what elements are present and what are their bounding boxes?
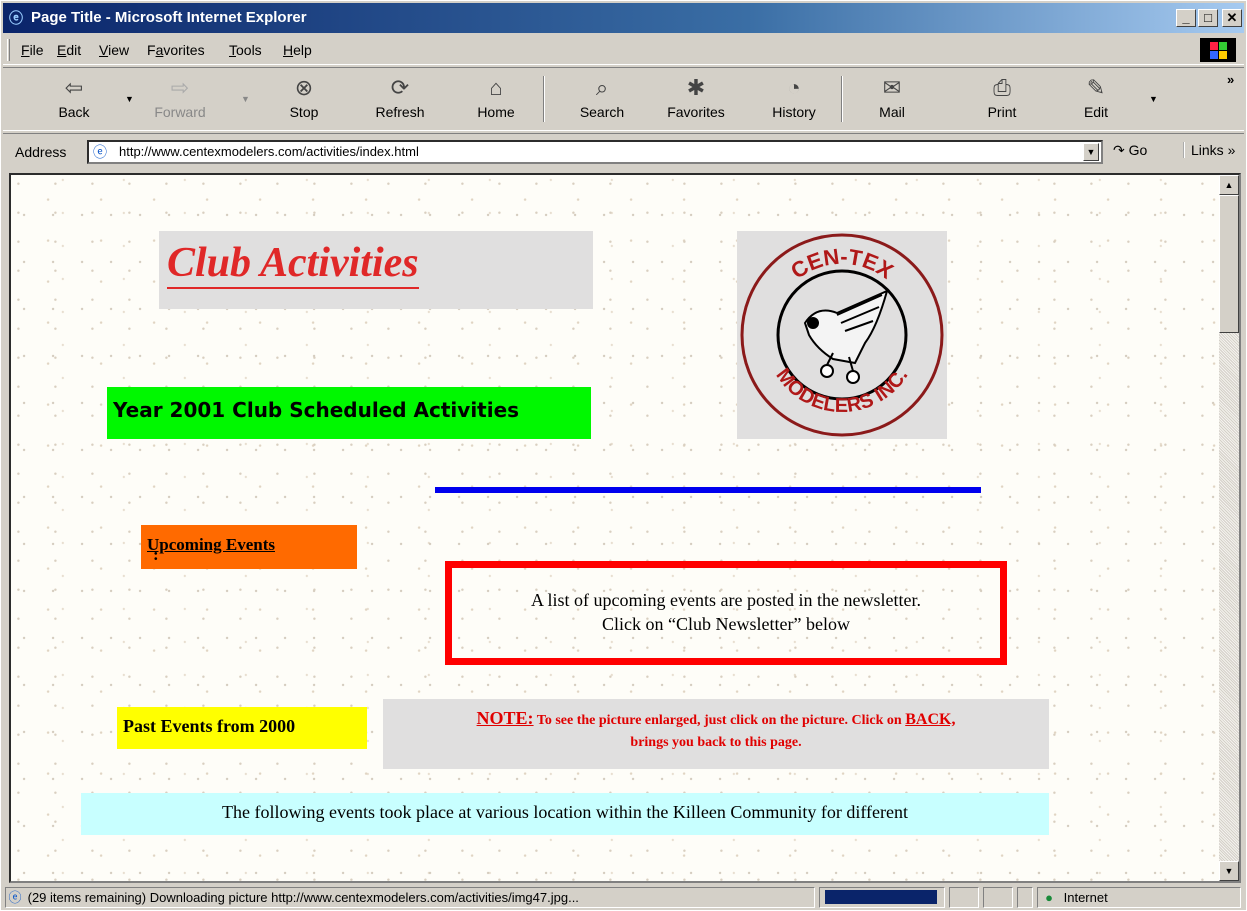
menu-help[interactable]: Help <box>283 42 312 58</box>
go-button[interactable]: ↷ Go <box>1113 142 1147 159</box>
menu-file[interactable]: File <box>21 42 44 58</box>
scroll-down-icon[interactable]: ▼ <box>1219 861 1239 881</box>
year-heading-box: Year 2001 Club Scheduled Activities <box>107 387 591 439</box>
page-content: Club Activities CEN-TEX MODELERS INC. Ye… <box>11 175 1221 881</box>
history-button[interactable]: ◔ History <box>757 72 831 128</box>
status-message: (29 items remaining) Downloading picture… <box>27 890 579 905</box>
page-title-box: Club Activities <box>159 231 593 309</box>
back-link[interactable]: BACK, <box>905 711 955 728</box>
favorites-button[interactable]: ✱ Favorites <box>659 72 733 128</box>
stop-button[interactable]: ⊗ Stop <box>267 72 341 128</box>
windows-logo-icon <box>1200 38 1236 62</box>
edit-dropdown-icon[interactable]: ▼ <box>1149 94 1158 104</box>
search-button[interactable]: ⌕ Search <box>565 72 639 128</box>
logo-top-text: CEN-TEX <box>786 244 898 284</box>
scroll-thumb[interactable] <box>1219 195 1239 333</box>
download-progress-bar <box>825 890 937 904</box>
forward-dropdown-icon[interactable]: ▼ <box>241 94 250 104</box>
note-box: NOTE: To see the picture enlarged, just … <box>383 699 1049 769</box>
standard-toolbar: ⇦ Back ▼ ⇨ Forward ▼ ⊗ Stop ⟳ Refresh ⌂ … <box>3 67 1244 131</box>
notice-line-2: Click on “Club Newsletter” below <box>602 614 850 634</box>
following-events-text: The following events took place at vario… <box>221 802 908 822</box>
forward-arrow-icon: ⇨ <box>170 75 190 100</box>
status-pane-empty-1 <box>949 887 979 908</box>
address-dropdown-icon[interactable]: ▼ <box>1083 143 1099 161</box>
menu-view[interactable]: View <box>99 42 129 58</box>
edit-page-icon: ✎ <box>1086 75 1106 100</box>
refresh-icon: ⟳ <box>390 75 410 100</box>
scroll-up-icon[interactable]: ▲ <box>1219 175 1239 195</box>
mail-icon: ✉ <box>882 75 902 100</box>
status-pane-empty-3 <box>1017 887 1033 908</box>
menu-edit[interactable]: Edit <box>57 42 81 58</box>
edit-button[interactable]: ✎ Edit <box>1059 72 1133 128</box>
menu-favorites[interactable]: Favorites <box>147 42 205 58</box>
past-events-box: Past Events from 2000 <box>117 707 367 749</box>
toolbar-overflow-icon[interactable]: » <box>1227 72 1234 87</box>
minimize-button[interactable]: _ <box>1176 9 1196 27</box>
note-text-2: brings you back to this page. <box>630 735 802 750</box>
page-heading: Club Activities <box>167 239 419 289</box>
menu-tools[interactable]: Tools <box>229 42 262 58</box>
newsletter-notice-box: A list of upcoming events are posted in … <box>445 561 1007 665</box>
stop-icon: ⊗ <box>294 75 314 100</box>
home-icon: ⌂ <box>489 75 503 100</box>
notice-line-1: A list of upcoming events are posted in … <box>531 590 921 610</box>
forward-button[interactable]: ⇨ Forward <box>143 72 217 128</box>
address-bar: Address ⓔ http://www.centexmodelers.com/… <box>3 133 1244 169</box>
close-button[interactable]: ✕ <box>1222 9 1242 27</box>
links-button[interactable]: Links » <box>1183 142 1235 158</box>
back-dropdown-icon[interactable]: ▼ <box>125 94 134 104</box>
search-icon: ⌕ <box>595 75 609 100</box>
svg-text:CEN-TEX: CEN-TEX <box>786 244 898 284</box>
logo-bottom-text: MODELERS INC. <box>771 364 912 417</box>
title-bar: ⓔ Page Title - Microsoft Internet Explor… <box>3 3 1244 33</box>
address-label: Address <box>15 144 67 160</box>
note-label: NOTE: <box>476 708 534 728</box>
status-message-pane: ⓔ (29 items remaining) Downloading pictu… <box>5 887 815 908</box>
maximize-button[interactable]: □ <box>1198 9 1218 27</box>
menu-grip[interactable] <box>7 39 10 61</box>
airplane-mascot-icon <box>803 289 889 384</box>
back-arrow-icon: ⇦ <box>64 75 84 100</box>
home-button[interactable]: ⌂ Home <box>459 72 533 128</box>
go-arrow-icon: ↷ <box>1113 142 1125 158</box>
address-url[interactable]: http://www.centexmodelers.com/activities… <box>119 142 419 162</box>
svg-text:MODELERS INC.: MODELERS INC. <box>771 364 912 417</box>
printer-icon: ⎙ <box>993 75 1011 100</box>
address-input[interactable]: ⓔ http://www.centexmodelers.com/activiti… <box>87 140 1103 164</box>
status-pane-empty-2 <box>983 887 1013 908</box>
note-text: To see the picture enlarged, just click … <box>533 713 906 728</box>
status-bar: ⓔ (29 items remaining) Downloading pictu… <box>3 885 1244 909</box>
favorites-folder-icon: ✱ <box>686 75 706 100</box>
ie-icon: ⓔ <box>9 10 23 26</box>
year-heading: Year 2001 Club Scheduled Activities <box>113 398 520 422</box>
mail-button[interactable]: ✉ Mail <box>855 72 929 128</box>
toolbar-separator <box>543 76 545 122</box>
page-viewport: Club Activities CEN-TEX MODELERS INC. Ye… <box>9 173 1241 883</box>
page-icon: ⓔ <box>93 144 107 160</box>
window-title: Page Title - Microsoft Internet Explorer <box>31 9 307 26</box>
back-button[interactable]: ⇦ Back <box>37 72 111 128</box>
history-icon: ◔ <box>787 75 801 100</box>
vertical-scrollbar[interactable]: ▲ ▼ <box>1219 175 1239 881</box>
toolbar-separator <box>841 76 843 122</box>
page-loading-icon: ⓔ <box>8 890 22 905</box>
print-button[interactable]: ⎙ Print <box>965 72 1039 128</box>
progress-pane <box>819 887 945 908</box>
refresh-button[interactable]: ⟳ Refresh <box>363 72 437 128</box>
ie-window: ⓔ Page Title - Microsoft Internet Explor… <box>0 0 1247 911</box>
security-zone-pane: ● Internet <box>1037 887 1241 908</box>
security-zone-label: Internet <box>1063 890 1108 905</box>
club-logo[interactable]: CEN-TEX MODELERS INC. <box>737 231 947 439</box>
following-events-box: The following events took place at vario… <box>81 793 1049 835</box>
menu-bar: File Edit View Favorites Tools Help <box>3 35 1244 65</box>
upcoming-events-label: Upcoming Events <box>147 535 275 554</box>
upcoming-events-box: Upcoming Events: <box>141 525 357 569</box>
past-events-label: Past Events from 2000 <box>123 716 296 736</box>
globe-icon: ● <box>1045 890 1053 905</box>
horizontal-rule <box>435 487 981 493</box>
